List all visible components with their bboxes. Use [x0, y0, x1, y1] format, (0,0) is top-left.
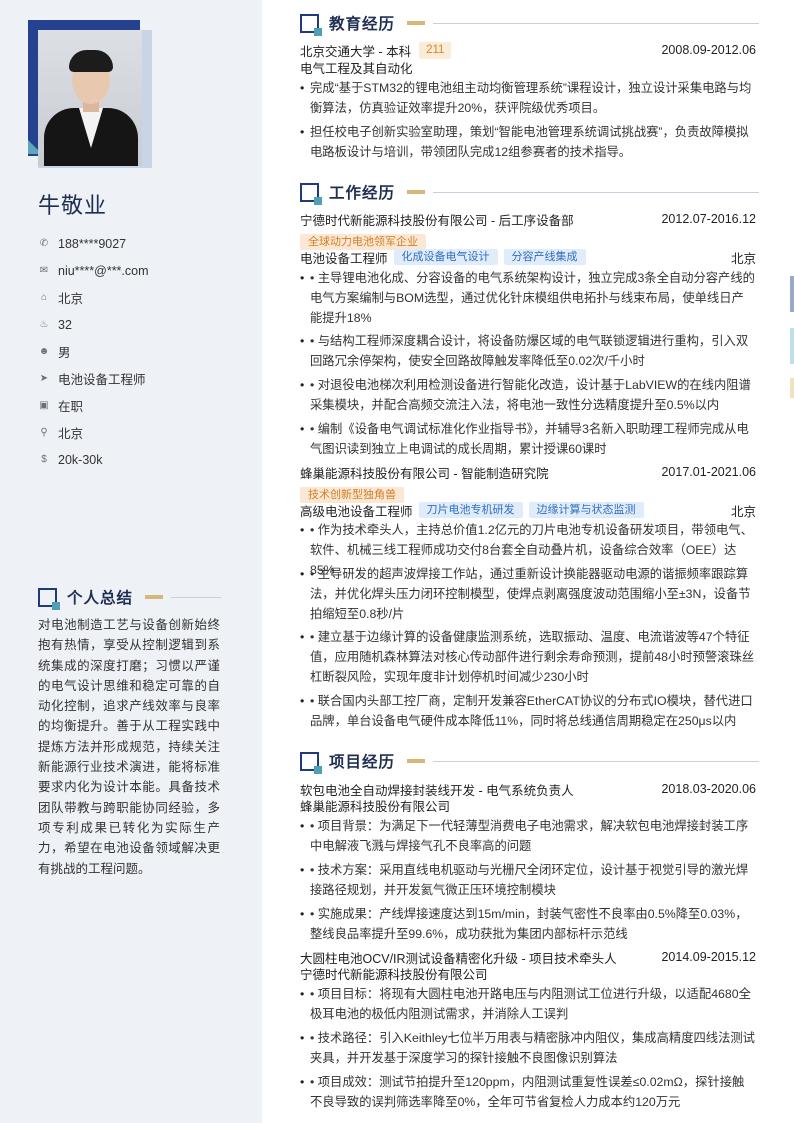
project-header: 软包电池全自动焊接封装线开发 - 电气系统负责人 2018.03-2020.06 [300, 780, 756, 798]
list-item: • 对退役电池梯次利用检测设备进行智能化改造，设计基于LabVIEW的在线内阻谱… [300, 375, 756, 415]
info-email: ✉ niu****@***.com [39, 263, 149, 278]
list-item: • 项目背景：为满足下一代轻薄型消费电子电池需求，解决软包电池焊接封装工序中电解… [300, 816, 756, 856]
project-header: 大圆柱电池OCV/IR测试设备精密化升级 - 项目技术牵头人 2014.09-2… [300, 948, 756, 966]
school-name: 北京交通大学 - 本科 [300, 44, 412, 59]
list-item: • 项目目标：将现有大圆柱电池开路电压与内阻测试工位进行升级，以适配4680全极… [300, 984, 756, 1024]
project-org: 蜂巢能源科技股份有限公司 [300, 800, 451, 814]
role-row: 电池设备工程师 化成设备电气设计 分容产线集成 北京 [300, 248, 756, 266]
list-item: • 项目成效：测试节拍提升至120ppm，内阻测试重复性误差≤0.02mΩ，探针… [300, 1072, 756, 1112]
summary-text: 对电池制造工艺与设备创新始终抱有热情，享受从控制逻辑到系统集成的深度打磨；习惯以… [38, 618, 220, 876]
info-target-role: ➤ 电池设备工程师 [39, 373, 146, 387]
project-org: 宁德时代新能源科技股份有限公司 [300, 968, 488, 982]
education-date: 2008.09-2012.06 [661, 43, 756, 57]
phone-icon: ✆ [39, 238, 49, 249]
list-item: • 技术路径：引入Keithley七位半万用表与精密脉冲内阻仪，集成高精度四线法… [300, 1028, 756, 1068]
list-item: • 与结构工程师深度耦合设计，将设备防爆区域的电气联锁逻辑进行重构，引入双回路冗… [300, 331, 756, 371]
list-item: 担任校电子创新实验室助理，策划“智能电池管理系统调试挑战赛”，负责故障模拟电路板… [300, 122, 756, 162]
section-square-icon [300, 182, 322, 205]
send-icon: ➤ [39, 373, 49, 384]
work-title: 工作经历 [329, 185, 396, 202]
work-header: 工作经历 [300, 181, 760, 205]
info-status: ▣ 在职 [39, 400, 84, 414]
job-city: 北京 [730, 504, 756, 519]
list-item: • 联合国内头部工控厂商，定制开发兼容EtherCAT协议的分布式IO模块，替代… [300, 691, 756, 731]
project-date: 2014.09-2015.12 [661, 950, 756, 964]
project-name: 大圆柱电池OCV/IR测试设备精密化升级 - 项目技术牵头人 [300, 951, 617, 966]
education-title: 教育经历 [329, 16, 396, 33]
sidebar: 牛敬业 ✆ 188****9027 ✉ niu****@***.com ⌂ 北京 ♨ 3… [0, 0, 262, 1123]
job-date: 2017.01-2021.06 [661, 465, 756, 479]
skill-tag: 分容产线集成 [503, 249, 586, 265]
info-phone: ✆ 188****9027 [39, 236, 127, 251]
section-square-icon [300, 751, 322, 774]
section-square-icon [38, 587, 60, 610]
home-icon: ⌂ [40, 292, 48, 303]
job-role: 高级电池设备工程师 [300, 504, 413, 519]
profile-photo-frame [28, 20, 152, 168]
info-residence: ⌂ 北京 [38, 284, 149, 311]
projects-title: 项目经历 [329, 754, 396, 771]
projects-header: 项目经历 [300, 750, 760, 774]
cake-icon: ♨ [39, 319, 49, 330]
skill-tag: 边缘计算与状态监测 [528, 502, 644, 518]
gender-icon: ☻ [38, 346, 50, 357]
company-name: 宁德时代新能源科技股份有限公司 - 后工序设备部 [300, 213, 574, 228]
contact-info-list: ✆ 188****9027 ✉ niu****@***.com ⌂ 北京 ♨ 32 ☻ 男… [38, 230, 149, 473]
project-date: 2018.03-2020.06 [661, 782, 756, 796]
list-item: • 技术方案：采用直线电机驱动与光栅尺全闭环定位，设计基于视觉引导的激光焊接路径… [300, 860, 756, 900]
summary-title: 个人总结 [67, 590, 134, 607]
list-item: • 主导研发的超声波焊接工作站，通过重新设计换能器驱动电源的谐振频率跟踪算法，并… [300, 564, 756, 624]
job-date: 2012.07-2016.12 [661, 212, 756, 226]
info-salary: $20k-30k [38, 446, 149, 473]
edge-accent-gold [790, 378, 794, 398]
list-item: • 实施成果：产线焊接速度达到15m/min，封装气密性不良率由0.5%降至0.… [300, 904, 756, 944]
list-item: 完成“基于STM32的锂电池组主动均衡管理系统”课程设计，独立设计采集电路与均衡… [300, 78, 756, 118]
edge-accent-teal [790, 328, 794, 364]
school-tag: 211 [419, 41, 452, 59]
education-header: 教育经历 [300, 12, 760, 36]
info-gender: ☻ 男 [38, 346, 71, 360]
job-header: 蜂巢能源科技股份有限公司 - 智能制造研究院 2017.01-2021.06 [300, 463, 756, 481]
section-square-icon [300, 13, 322, 36]
company-name: 蜂巢能源科技股份有限公司 - 智能制造研究院 [300, 466, 549, 481]
skill-tag: 化成设备电气设计 [393, 249, 498, 265]
list-item: • 建立基于边缘计算的设备健康监测系统，选取振动、温度、电流谐波等47个特征值，… [300, 627, 756, 687]
job-header: 宁德时代新能源科技股份有限公司 - 后工序设备部 2012.07-2016.12 [300, 210, 756, 228]
list-item: • 编制《设备电气调试标准化作业指导书》，并辅导3名新入职助理工程师完成从电气图… [300, 419, 756, 459]
project-name: 软包电池全自动焊接封装线开发 - 电气系统负责人 [300, 783, 574, 798]
candidate-name: 牛敬业 [38, 193, 108, 218]
briefcase-icon: ▣ [39, 400, 49, 411]
major: 电气工程及其自动化 [300, 62, 413, 76]
salary-icon: $ [41, 454, 47, 465]
avatar [38, 30, 142, 166]
info-age: ♨ 32 [39, 317, 72, 332]
role-row: 高级电池设备工程师 刀片电池专机研发 边缘计算与状态监测 北京 [300, 501, 756, 519]
education-row: 北京交通大学 - 本科 211 2008.09-2012.06 [300, 41, 756, 59]
location-icon: ⚲ [40, 427, 48, 438]
summary-header: 个人总结 [38, 586, 222, 610]
job-city: 北京 [730, 251, 756, 266]
info-target-city: ⚲ 北京 [38, 419, 149, 446]
skill-tag: 刀片电池专机研发 [418, 502, 523, 518]
list-item: • 主导锂电池化成、分容设备的电气系统架构设计，独立完成3条全自动分容产线的电气… [300, 268, 756, 328]
job-role: 电池设备工程师 [300, 251, 388, 266]
edge-accent-navy [790, 276, 794, 312]
mail-icon: ✉ [39, 265, 49, 276]
